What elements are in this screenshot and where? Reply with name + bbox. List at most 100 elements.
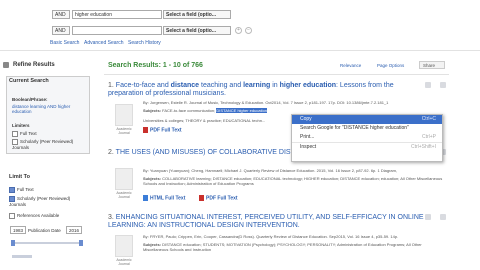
subjects-text: DISTANCE education; STUDENTS; MOTIVATION…	[143, 242, 422, 252]
sidebar-collapse-icon[interactable]	[3, 62, 9, 68]
title-segment: learning	[243, 82, 271, 89]
context-menu: Copy Ctrl+C Search Google for "DISTANCE h…	[291, 114, 443, 162]
limit-references[interactable]: References Available	[9, 213, 59, 219]
pdf-label: PDF Full Text	[206, 195, 238, 202]
result-number: 3.	[108, 214, 114, 221]
subjects-text: FACE-to-face communication;	[162, 108, 216, 113]
title-segment: distance	[170, 82, 200, 89]
journal-thumbnail[interactable]	[115, 168, 133, 190]
title-segment: Face-to-face and	[115, 82, 171, 89]
field-select-1[interactable]: Select a field (optio...	[163, 10, 231, 19]
page-options[interactable]: Page Options	[377, 63, 404, 68]
boolean-phrase-label: Boolean/Phrase:	[12, 97, 48, 102]
pdf-full-text-link[interactable]: PDF Full Text	[143, 127, 182, 133]
pdf-icon	[143, 127, 148, 133]
selected-subject-text: DISTANCE higher education	[216, 108, 268, 113]
result-byline: By: FRYER, Paulo; Crippen, Erin, Cooper,…	[143, 234, 399, 239]
folder-icon[interactable]	[440, 214, 446, 220]
search-input-2[interactable]	[72, 26, 162, 35]
limit-full-text[interactable]: Full Text	[9, 187, 34, 193]
context-menu-copy[interactable]: Copy Ctrl+C	[292, 115, 442, 124]
menu-item-label: Inspect	[300, 144, 317, 150]
results-heading: Search Results: 1 - 10 of 766	[108, 62, 203, 69]
limit-references-label: References Available	[17, 213, 60, 219]
preview-icon[interactable]	[425, 82, 431, 88]
menu-item-label: Copy	[300, 116, 312, 122]
show-more-link[interactable]	[12, 255, 32, 258]
result-subjects: Subjects: FACE-to-face communication; DI…	[143, 108, 293, 113]
subjects-label: Subjects:	[143, 108, 162, 113]
date-to-input[interactable]: 2016	[66, 226, 82, 234]
html-full-text-link[interactable]: HTML Full Text	[143, 195, 185, 201]
field-select-2[interactable]: Select a field (optio...	[163, 26, 231, 35]
search-history-link[interactable]: Search History	[128, 40, 161, 46]
add-row-icon[interactable]: +	[235, 27, 242, 34]
checkbox-icon[interactable]	[9, 187, 15, 193]
result-subjects: Subjects: COLLABORATIVE learning; DISTAN…	[143, 176, 443, 186]
thumbnail-caption: Academic Journal	[116, 127, 132, 135]
current-search-heading: Current Search	[9, 78, 49, 84]
result-number: 2.	[108, 149, 114, 156]
boolean-phrase-value[interactable]: distance learning AND higher education	[12, 104, 82, 114]
date-slider-track[interactable]	[12, 242, 82, 244]
search-input-1[interactable]: higher education	[72, 10, 162, 19]
result-title-3[interactable]: 3. ENHANCING SITUATIONAL INTEREST, PERCE…	[108, 214, 438, 230]
subjects-text: COLLABORATIVE learning; DISTANCE educati…	[143, 176, 443, 186]
title-text: ENHANCING SITUATIONAL INTEREST, PERCEIVE…	[108, 214, 424, 229]
limiter-full-text[interactable]: Full Text	[12, 131, 37, 137]
menu-shortcut: Ctrl+C	[421, 116, 436, 122]
limiter-scholarly-label: Scholarly (Peer Reviewed) Journals	[12, 139, 74, 150]
limiter-full-text-label: Full Text	[20, 131, 37, 137]
html-icon	[143, 195, 148, 201]
limit-to-heading: Limit To	[9, 174, 30, 180]
result-subjects-more: Universities & colleges; THEORY & practi…	[143, 118, 266, 123]
publication-date-label: Publication Date	[28, 228, 61, 233]
pdf-full-text-link[interactable]: PDF Full Text	[199, 195, 238, 201]
date-from-input[interactable]: 1983	[10, 226, 26, 234]
result-byline: By: Jorgensen, Estelle R. Journal of Mus…	[143, 100, 389, 105]
thumbnail-caption: Academic Journal	[116, 258, 132, 266]
limit-scholarly-label: Scholarly (Peer Reviewed) Journals	[9, 196, 71, 207]
limiter-scholarly[interactable]: Scholarly (Peer Reviewed) Journals	[12, 139, 84, 150]
advanced-search-link[interactable]: Advanced Search	[84, 40, 123, 46]
context-menu-search-google[interactable]: Search Google for "DISTANCE higher educa…	[292, 124, 442, 133]
preview-icon[interactable]	[425, 214, 431, 220]
checkbox-icon[interactable]	[9, 213, 15, 219]
date-slider-handle[interactable]	[79, 240, 83, 246]
result-subjects: Subjects: DISTANCE education; STUDENTS; …	[143, 242, 443, 252]
bool-operator-select-1[interactable]: AND	[52, 10, 70, 19]
results-header-divider	[104, 74, 449, 75]
limit-scholarly[interactable]: Scholarly (Peer Reviewed) Journals	[9, 196, 81, 207]
menu-item-label: Search Google for "DISTANCE higher educa…	[300, 125, 409, 131]
result-byline: By: Yuanyuan (Yuanyuan); Cheng, Hamnaeli…	[143, 168, 398, 173]
pdf-label: PDF Full Text	[150, 127, 182, 134]
menu-shortcut: Ctrl+Shift+I	[410, 144, 436, 150]
html-label: HTML Full Text	[150, 195, 186, 202]
result-title-1[interactable]: 1. Face-to-face and distance teaching an…	[108, 82, 418, 98]
context-menu-print[interactable]: Print... Ctrl+P	[292, 133, 442, 142]
result-number: 1.	[108, 82, 114, 89]
menu-item-label: Print...	[300, 134, 315, 140]
refine-results-heading: Refine Results	[13, 62, 55, 68]
share-button[interactable]: Share	[419, 61, 445, 69]
title-segment: in	[270, 82, 280, 89]
title-segment: teaching and	[199, 82, 244, 89]
bool-operator-select-2[interactable]: AND	[52, 26, 70, 35]
date-slider-handle[interactable]	[11, 240, 15, 246]
journal-thumbnail[interactable]	[115, 104, 133, 126]
pdf-icon	[199, 195, 204, 201]
limiter-remove-icon[interactable]	[12, 131, 18, 137]
limit-full-text-label: Full Text	[17, 187, 34, 193]
remove-row-icon[interactable]: −	[245, 27, 252, 34]
title-segment: higher education	[279, 82, 337, 89]
menu-shortcut: Ctrl+P	[421, 134, 436, 140]
journal-thumbnail[interactable]	[115, 235, 133, 257]
folder-icon[interactable]	[440, 82, 446, 88]
share-label: Share	[423, 63, 436, 68]
context-menu-inspect[interactable]: Inspect Ctrl+Shift+I	[292, 142, 442, 152]
top-divider	[0, 50, 480, 51]
thumbnail-caption: Academic Journal	[116, 191, 132, 199]
limiters-label: Limiters	[12, 123, 30, 128]
relevance-sort[interactable]: Relevance	[340, 63, 361, 68]
basic-search-link[interactable]: Basic Search	[50, 40, 79, 46]
